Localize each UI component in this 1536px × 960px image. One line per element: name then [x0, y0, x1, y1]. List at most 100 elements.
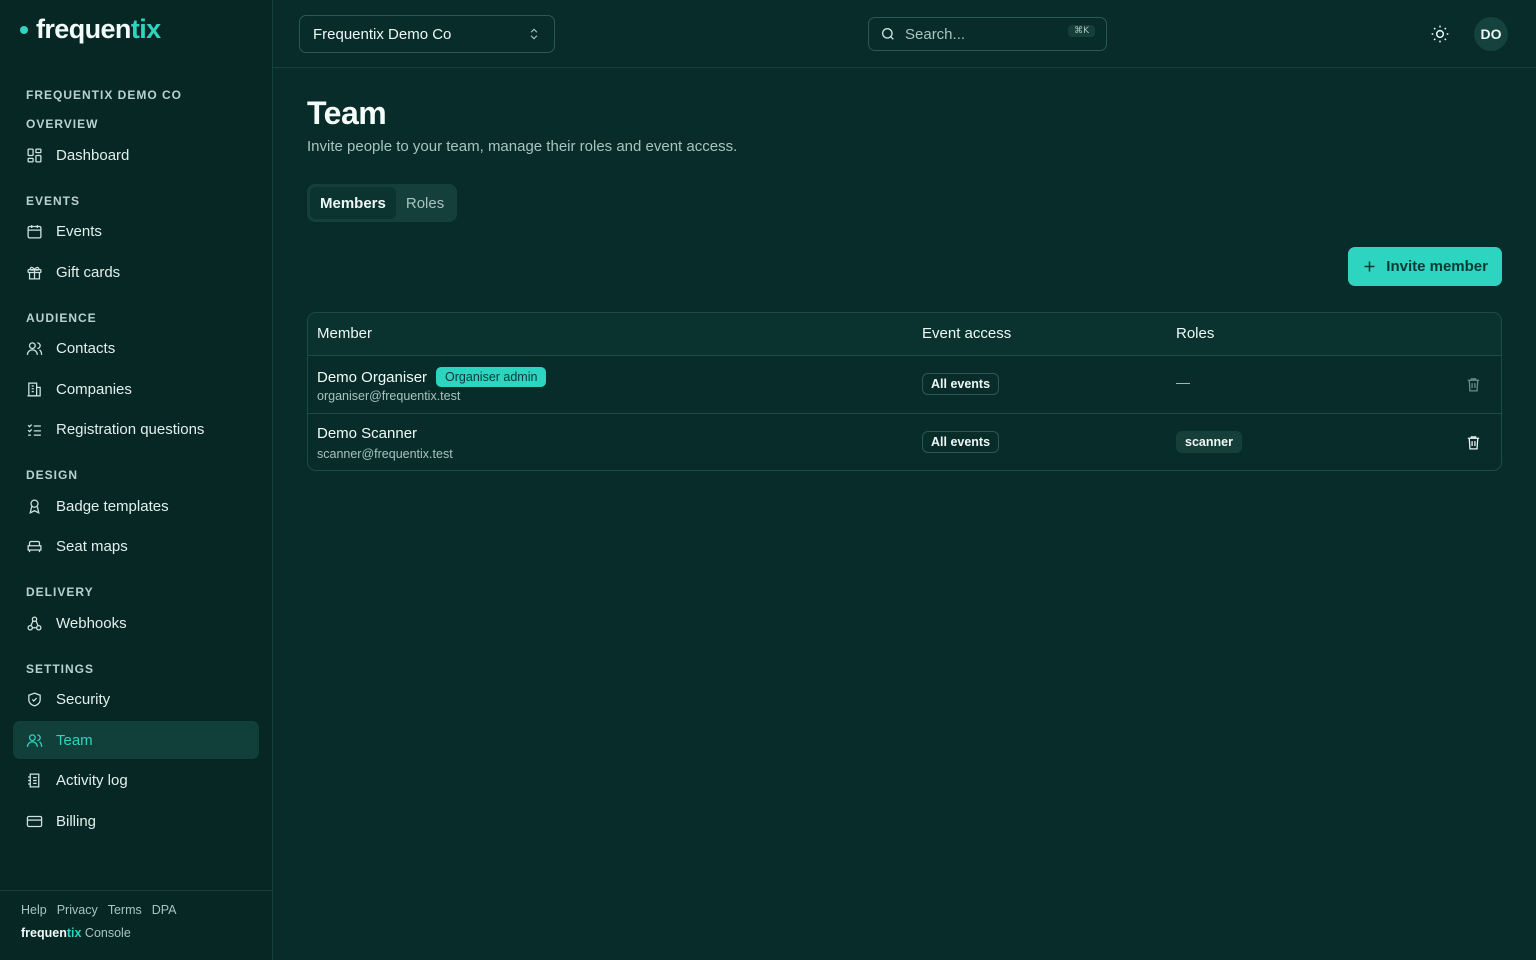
footer-link-help[interactable]: Help	[21, 903, 47, 917]
console-brand-b: tix	[66, 926, 82, 940]
member-name: Demo Scanner	[317, 425, 417, 442]
tab-roles[interactable]: Roles	[396, 187, 454, 219]
sidebar-item-seat-maps[interactable]: Seat maps	[13, 528, 259, 566]
sidebar-item-label: Seat maps	[56, 538, 128, 555]
group-label-delivery: DELIVERY	[26, 585, 94, 599]
event-access-pill: All events	[922, 431, 1000, 453]
sidebar-footer: Help Privacy Terms DPA frequentix Consol…	[0, 890, 272, 960]
search-shortcut: ⌘K	[1068, 25, 1095, 37]
plus-icon	[1364, 261, 1375, 272]
chevron-updown-icon	[530, 28, 538, 40]
member-email: organiser@frequentix.test	[317, 389, 461, 403]
brand-logo[interactable]: frequen tix	[20, 14, 161, 45]
footer-link-privacy[interactable]: Privacy	[57, 903, 98, 917]
sidebar: frequen tix FREQUENTIX DEMO CO OVERVIEW D…	[0, 0, 273, 960]
org-select-value: Frequentix Demo Co	[313, 25, 452, 43]
shield-icon	[28, 692, 41, 707]
sidebar-item-events[interactable]: Events	[13, 213, 259, 251]
logo-dot-icon	[20, 25, 28, 34]
list-check-icon	[27, 424, 41, 436]
group-label-events: EVENTS	[26, 193, 81, 208]
header-roles: Roles	[1176, 325, 1215, 342]
gift-icon	[27, 266, 42, 280]
sidebar-item-webhooks[interactable]: Webhooks	[13, 604, 259, 642]
trash-icon[interactable]	[1465, 376, 1482, 393]
footer-link-terms[interactable]: Terms	[108, 903, 142, 917]
sidebar-item-badge-templates[interactable]: Badge templates	[13, 487, 259, 525]
trash-icon[interactable]	[1465, 434, 1482, 451]
search-icon	[882, 28, 894, 40]
table-row[interactable]: Demo Organiser Organiser admin organiser…	[308, 356, 1501, 414]
console-text: Console	[84, 926, 131, 940]
sidebar-item-companies[interactable]: Companies	[13, 370, 259, 408]
footer-link-dpa[interactable]: DPA	[152, 903, 177, 917]
member-email: scanner@frequentix.test	[317, 447, 453, 461]
page-title: Team	[307, 95, 387, 131]
console-label: frequentix Console	[21, 926, 251, 940]
role-pill: scanner	[1176, 431, 1242, 453]
sidebar-item-label: Security	[56, 691, 111, 708]
invite-member-button[interactable]: Invite member	[1348, 247, 1502, 286]
org-label: FREQUENTIX DEMO CO	[26, 88, 183, 102]
group-label-overview: OVERVIEW	[26, 117, 99, 131]
webhook-icon	[27, 615, 42, 631]
calendar-icon	[27, 225, 42, 239]
member-name: Demo Organiser Organiser admin	[317, 367, 547, 387]
footer-links: Help Privacy Terms DPA	[21, 903, 251, 917]
event-access-pill: All events	[922, 373, 1000, 395]
sidebar-item-label: Contacts	[56, 340, 116, 357]
badge-icon	[29, 498, 40, 514]
table-row[interactable]: Demo Scanner scanner@frequentix.test All…	[308, 414, 1501, 470]
header-member: Member	[317, 325, 373, 342]
role-empty: —	[1176, 374, 1190, 390]
members-table: Member Event access Roles Demo Organiser…	[307, 312, 1502, 471]
status-badge: Organiser admin	[436, 367, 547, 387]
sidebar-item-label: Activity log	[56, 772, 128, 789]
sidebar-item-label: Team	[56, 731, 93, 749]
member-name-text: Demo Organiser	[317, 368, 428, 386]
search-input[interactable]: Search... ⌘K	[868, 17, 1107, 51]
group-label-audience: AUDIENCE	[26, 310, 97, 325]
users-icon	[26, 342, 43, 355]
search-placeholder: Search...	[905, 25, 966, 43]
header-event-access: Event access	[922, 325, 1012, 342]
tab-members[interactable]: Members	[310, 187, 396, 219]
tabs: Members Roles	[307, 184, 458, 222]
sidebar-item-label: Dashboard	[56, 146, 130, 164]
sidebar-item-team[interactable]: Team	[13, 721, 259, 759]
member-name-text: Demo Scanner	[317, 425, 418, 442]
logo-text-b: tix	[130, 14, 161, 44]
org-select[interactable]: Frequentix Demo Co	[299, 15, 555, 53]
table-header: Member Event access Roles	[308, 313, 1501, 356]
sun-icon[interactable]	[1430, 24, 1450, 44]
sidebar-nav: FREQUENTIX DEMO CO OVERVIEW Dashboard EV…	[13, 84, 259, 843]
avatar[interactable]: DO	[1474, 17, 1508, 51]
sidebar-item-billing[interactable]: Billing	[13, 802, 259, 840]
sidebar-item-dashboard[interactable]: Dashboard	[13, 136, 259, 174]
log-icon	[28, 773, 40, 788]
sidebar-item-label: Badge templates	[56, 497, 169, 515]
sidebar-item-registration-questions[interactable]: Registration questions	[13, 411, 259, 449]
sidebar-item-label: Billing	[56, 812, 97, 830]
team-icon	[26, 733, 43, 747]
console-brand-a: frequen	[21, 926, 67, 940]
card-icon	[26, 815, 43, 827]
sidebar-item-gift-cards[interactable]: Gift cards	[13, 253, 259, 291]
topbar: Frequentix Demo Co Search... ⌘K DO	[273, 0, 1536, 68]
group-label-settings: SETTINGS	[26, 661, 95, 676]
sidebar-item-label: Registration questions	[56, 421, 205, 438]
sidebar-item-label: Webhooks	[56, 614, 127, 632]
sidebar-item-label: Gift cards	[56, 263, 121, 281]
dashboard-icon	[27, 147, 42, 163]
seat-icon	[27, 540, 42, 553]
logo-text-a: frequen	[36, 14, 131, 44]
sidebar-item-activity-log[interactable]: Activity log	[13, 762, 259, 800]
group-label-design: DESIGN	[26, 468, 79, 482]
building-icon	[27, 381, 41, 397]
sidebar-item-security[interactable]: Security	[13, 681, 259, 719]
page-subtitle: Invite people to your team, manage their…	[307, 138, 738, 155]
sidebar-item-contacts[interactable]: Contacts	[13, 330, 259, 368]
sidebar-item-label: Events	[56, 223, 102, 240]
invite-member-label: Invite member	[1386, 258, 1488, 275]
sidebar-item-label: Companies	[56, 380, 132, 398]
